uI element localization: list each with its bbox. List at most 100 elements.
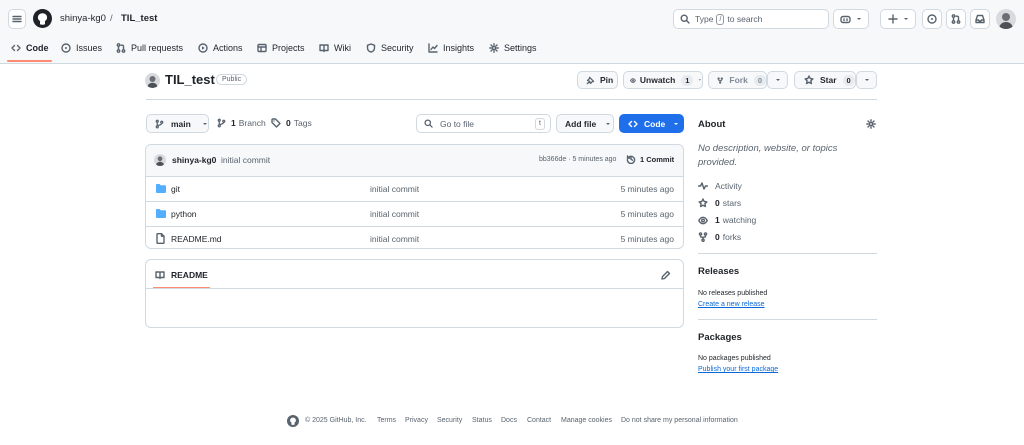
footer-link-manage-cookies[interactable]: Manage cookies: [561, 417, 612, 424]
file-commit-message[interactable]: initial commit: [370, 209, 419, 219]
branch-count: 1: [231, 118, 236, 128]
activity-link[interactable]: Activity: [698, 180, 742, 192]
unwatch-button[interactable]: Unwatch 1: [623, 71, 703, 89]
releases-title[interactable]: Releases: [698, 266, 739, 277]
branch-selector[interactable]: main: [146, 114, 209, 133]
pin-icon: [586, 76, 595, 84]
search-icon: [680, 14, 690, 24]
file-commit-message[interactable]: initial commit: [370, 234, 419, 244]
branch-icon: [155, 119, 164, 128]
breadcrumb-owner[interactable]: shinya-kg0: [60, 13, 106, 24]
commit-history-link[interactable]: 1 Commit: [626, 154, 674, 164]
chevron-down-icon: [699, 79, 702, 81]
publish-package-link[interactable]: Publish your first package: [698, 366, 778, 373]
copilot-button[interactable]: [833, 9, 869, 29]
file-name[interactable]: README.md: [171, 234, 222, 244]
commit-meta[interactable]: bb366de · 5 minutes ago: [539, 156, 616, 163]
tab-label: Pull requests: [131, 43, 184, 53]
fork-button: Fork 0: [708, 71, 767, 89]
menu-button[interactable]: [8, 9, 26, 29]
commit-author-avatar[interactable]: [154, 154, 166, 166]
search-input[interactable]: Type / to search: [673, 9, 829, 29]
tab-projects[interactable]: Projects: [257, 41, 305, 55]
watching-link[interactable]: 1 watching: [698, 214, 756, 226]
forks-link[interactable]: 0 forks: [698, 231, 741, 243]
about-title: About: [698, 119, 726, 130]
issues-button[interactable]: [922, 9, 942, 29]
star-dropdown-button[interactable]: [856, 71, 877, 89]
star-label: Star: [820, 75, 837, 85]
footer-link-docs[interactable]: Docs: [501, 417, 517, 424]
tab-pull-requests[interactable]: Pull requests: [116, 41, 183, 55]
avatar-image: [155, 156, 165, 166]
tab-code[interactable]: Code: [11, 41, 49, 55]
tag-count: 0: [286, 118, 291, 128]
file-commit-message[interactable]: initial commit: [370, 184, 419, 194]
create-release-link[interactable]: Create a new release: [698, 301, 765, 308]
stars-link[interactable]: 0 stars: [698, 197, 741, 209]
pin-button[interactable]: Pin: [577, 71, 618, 89]
file-table: shinya-kg0 initial commit bb366de · 5 mi…: [145, 144, 684, 249]
file-name[interactable]: git: [171, 184, 180, 194]
forks-count: 0: [715, 232, 720, 242]
tab-settings[interactable]: Settings: [489, 41, 537, 55]
footer-link-security[interactable]: Security: [437, 417, 462, 424]
footer-link-do-not-share[interactable]: Do not share my personal information: [621, 417, 738, 424]
fork-count: 0: [753, 74, 766, 86]
chevron-down-icon: [864, 79, 869, 81]
packages-title[interactable]: Packages: [698, 332, 742, 343]
footer-link-terms[interactable]: Terms: [377, 417, 396, 424]
avatar[interactable]: [996, 9, 1016, 29]
readme-header-divider: [146, 288, 683, 289]
star-count: 0: [842, 74, 855, 86]
pull-request-icon: [951, 14, 961, 24]
commit-message[interactable]: initial commit: [221, 155, 270, 165]
footer-link-contact[interactable]: Contact: [527, 417, 551, 424]
file-icon: [156, 233, 165, 244]
fork-icon: [698, 232, 708, 242]
footer-link-privacy[interactable]: Privacy: [405, 417, 428, 424]
eye-icon: [630, 77, 636, 83]
repo-title[interactable]: TIL_test: [165, 72, 215, 87]
readme-tab[interactable]: README: [155, 270, 208, 280]
tab-issues[interactable]: Issues: [61, 41, 102, 55]
sidebar-divider: [698, 319, 877, 320]
issue-icon: [61, 43, 71, 53]
commit-author[interactable]: shinya-kg0: [172, 155, 216, 165]
file-date: 5 minutes ago: [620, 184, 674, 194]
code-label: Code: [644, 118, 666, 129]
table-row[interactable]: python initial commit 5 minutes ago: [146, 201, 683, 226]
create-new-button[interactable]: [880, 9, 916, 29]
code-button[interactable]: Code: [619, 114, 684, 133]
issue-icon: [927, 14, 937, 24]
github-logo[interactable]: [33, 9, 52, 28]
github-footer-logo[interactable]: [287, 415, 299, 427]
search-icon: [424, 119, 433, 128]
tab-wiki[interactable]: Wiki: [319, 41, 351, 55]
unwatch-label: Unwatch: [639, 75, 676, 85]
go-to-file-input[interactable]: Go to file t: [416, 114, 551, 133]
breadcrumb-repo[interactable]: TIL_test: [121, 13, 157, 24]
star-button[interactable]: Star 0: [794, 71, 856, 89]
repo-avatar[interactable]: [145, 73, 160, 88]
table-row[interactable]: git initial commit 5 minutes ago: [146, 176, 683, 201]
table-row[interactable]: README.md initial commit 5 minutes ago: [146, 226, 683, 248]
chevron-down-icon: [903, 18, 908, 20]
tab-insights[interactable]: Insights: [428, 41, 474, 55]
tab-security[interactable]: Security: [366, 41, 414, 55]
branches-link[interactable]: 1 Branch: [217, 118, 266, 128]
tags-link[interactable]: 0 Tags: [271, 118, 312, 128]
fork-dropdown-button[interactable]: [767, 71, 788, 89]
tab-actions[interactable]: Actions: [198, 41, 243, 55]
footer-link-status[interactable]: Status: [472, 417, 492, 424]
add-file-button[interactable]: Add file: [556, 114, 614, 133]
latest-commit-bar: shinya-kg0 initial commit bb366de · 5 mi…: [146, 145, 683, 176]
pull-requests-button[interactable]: [946, 9, 966, 29]
inbox-button[interactable]: [970, 9, 990, 29]
gear-icon[interactable]: [866, 119, 876, 129]
fork-label: Fork: [729, 75, 748, 85]
pencil-icon[interactable]: [661, 270, 671, 280]
pin-label: Pin: [600, 75, 614, 85]
file-name[interactable]: python: [171, 209, 197, 219]
code-icon: [628, 120, 638, 127]
